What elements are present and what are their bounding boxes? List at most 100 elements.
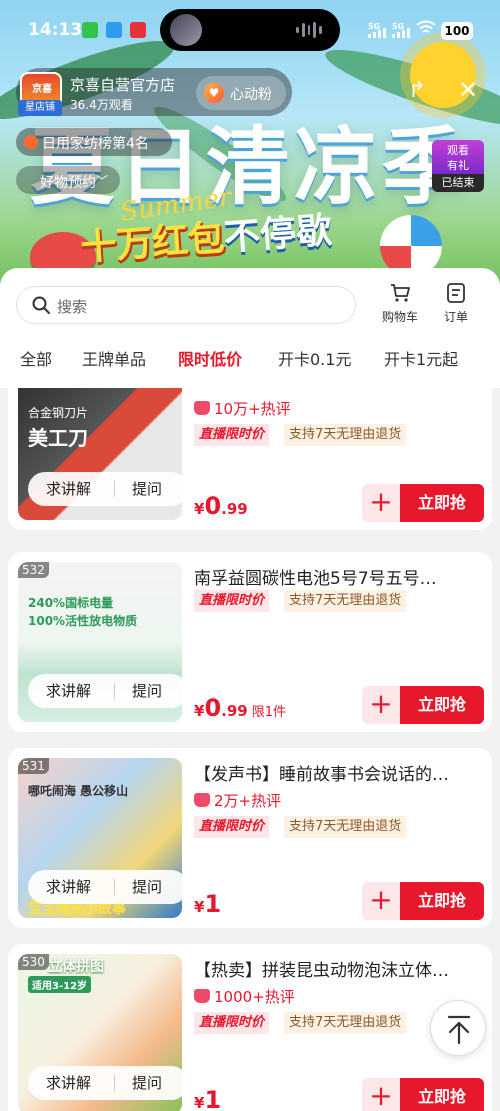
add-to-cart-button[interactable]: + — [362, 686, 400, 724]
battery-indicator: 100 — [441, 22, 473, 40]
heart-icon: ♥ — [204, 83, 224, 103]
clock: 14:13 — [28, 20, 83, 40]
buy-now-button[interactable]: 立即抢 — [400, 1078, 484, 1111]
add-to-cart-button[interactable]: + — [362, 882, 400, 920]
dynamic-island[interactable] — [160, 9, 340, 51]
buy-now-button[interactable]: 立即抢 — [400, 484, 484, 522]
thumbs-up-icon — [194, 793, 210, 807]
price-integer: 1 — [204, 1086, 222, 1111]
thumbs-up-icon — [194, 989, 210, 1003]
price-integer: 0 — [204, 694, 222, 722]
tab-all[interactable]: 全部 — [20, 346, 52, 370]
hot-reviews-text: 10万+热评 — [214, 400, 291, 418]
rank-badge[interactable]: 日用家纺榜第4名 — [16, 128, 172, 156]
product-image[interactable]: 合金钢刀片 美工刀 求讲解 提问 — [18, 388, 182, 520]
product-card[interactable]: 合金钢刀片 美工刀 求讲解 提问 10万+热评 直播限时价 支持7天无理由退货 … — [8, 388, 492, 530]
product-card[interactable]: 532 240%国标电量 100%活性放电物质 求讲解 提问 南孚益圆碳性电池5… — [8, 552, 492, 732]
ask-button[interactable]: 提问 — [132, 1072, 162, 1093]
product-image[interactable]: 531 哪吒闹海 愚公移山 宝宝睡前小故事 求讲解 提问 — [18, 758, 182, 918]
product-number: 532 — [18, 562, 49, 578]
divider — [114, 481, 115, 497]
product-title[interactable]: 【发声书】睡前故事书会说话的… — [194, 760, 484, 785]
product-price: ¥1 — [194, 890, 221, 918]
currency-symbol: ¥ — [194, 500, 205, 518]
price-decimal: .99 — [221, 500, 248, 518]
product-card[interactable]: 530 立体拼图 适用3-12岁 求讲解 提问 【热卖】拼装昆虫动物泡沫立体… … — [8, 944, 492, 1111]
currency-symbol: ¥ — [194, 702, 205, 720]
replay-card[interactable]: 观看 有礼 已结束 — [432, 140, 484, 192]
divider — [114, 1075, 115, 1091]
return-policy-tag: 支持7天无理由退货 — [284, 1012, 407, 1034]
shop-logo-text: 京喜 — [32, 84, 52, 95]
product-list[interactable]: 合金钢刀片 美工刀 求讲解 提问 10万+热评 直播限时价 支持7天无理由退货 … — [0, 388, 500, 1111]
currency-symbol: ¥ — [194, 1094, 205, 1111]
product-price: ¥0.99 — [194, 492, 248, 520]
live-price-tag: 直播限时价 — [194, 424, 270, 446]
shop-name[interactable]: 京喜自营官方店 — [70, 74, 175, 95]
tab-card-01[interactable]: 开卡0.1元 — [278, 346, 351, 370]
order-button[interactable]: 订单 — [436, 282, 476, 328]
explain-button[interactable]: 求讲解 — [46, 478, 91, 499]
hot-reviews-text: 2万+热评 — [214, 792, 282, 810]
audio-wave-icon — [296, 21, 322, 39]
signal-bars-icon — [368, 28, 386, 38]
tab-card-1[interactable]: 开卡1元起 — [384, 346, 458, 370]
buy-now-button[interactable]: 立即抢 — [400, 882, 484, 920]
tab-ace-items[interactable]: 王牌单品 — [82, 346, 146, 370]
product-title[interactable]: 南孚益圆碳性电池5号7号五号… — [194, 564, 484, 589]
replay-label: 观看 有礼 — [432, 140, 484, 174]
price-integer: 1 — [204, 890, 222, 918]
preorder-label: 好物预约 — [40, 175, 96, 191]
hot-reviews: 1000+热评 — [194, 986, 295, 1007]
product-image[interactable]: 532 240%国标电量 100%活性放电物质 求讲解 提问 — [18, 562, 182, 722]
thumb-headline: 适用3-12岁 — [28, 976, 92, 993]
promo-tail: 不停歇 — [222, 210, 334, 259]
product-title[interactable]: 【热卖】拼装昆虫动物泡沫立体… — [194, 956, 484, 981]
thumb-caption: 合金钢刀片 — [28, 406, 89, 420]
viewer-count: 36.4万观看 — [70, 98, 133, 112]
cart-label: 购物车 — [381, 310, 418, 324]
close-icon[interactable]: ✕ — [458, 78, 478, 102]
back-to-top-button[interactable] — [430, 1000, 486, 1056]
hot-reviews-text: 1000+热评 — [214, 988, 295, 1006]
add-to-cart-button[interactable]: + — [362, 484, 400, 522]
price-integer: 0 — [204, 492, 222, 520]
thumb-headline: 100%活性放电物质 — [28, 614, 138, 628]
ask-button[interactable]: 提问 — [132, 876, 162, 897]
product-card[interactable]: 531 哪吒闹海 愚公移山 宝宝睡前小故事 求讲解 提问 【发声书】睡前故事书会… — [8, 748, 492, 928]
wifi-icon — [416, 20, 436, 33]
tab-limited-low-price[interactable]: 限时低价 — [178, 346, 242, 370]
search-input[interactable]: 搜索 — [16, 286, 356, 324]
ask-button[interactable]: 提问 — [132, 478, 162, 499]
share-icon[interactable]: ↱ — [408, 78, 426, 103]
order-label: 订单 — [443, 310, 468, 324]
product-actions: 求讲解 提问 — [28, 870, 182, 904]
thumb-caption: 立体拼图 — [48, 959, 104, 975]
rank-label: 日用家纺榜第4名 — [42, 136, 149, 152]
app-notification-icon — [106, 22, 122, 38]
hot-reviews: 10万+热评 — [194, 398, 291, 419]
cart-button[interactable]: 购物车 — [378, 282, 422, 328]
product-number: 530 — [18, 954, 49, 970]
thumbs-up-icon — [194, 401, 210, 415]
divider — [114, 683, 115, 699]
follow-button[interactable]: ♥ 心动粉 — [196, 76, 286, 110]
divider — [114, 879, 115, 895]
live-price-tag: 直播限时价 — [194, 816, 270, 838]
product-image[interactable]: 530 立体拼图 适用3-12岁 求讲解 提问 — [18, 954, 182, 1111]
live-price-tag: 直播限时价 — [194, 590, 270, 612]
category-tabs: 全部 王牌单品 限时低价 开卡0.1元 开卡1元起 — [0, 346, 500, 378]
media-thumbnail — [170, 14, 202, 46]
product-actions: 求讲解 提问 — [28, 1066, 182, 1100]
add-to-cart-button[interactable]: + — [362, 1078, 400, 1111]
search-icon — [32, 296, 50, 314]
search-placeholder: 搜索 — [57, 298, 88, 316]
explain-button[interactable]: 求讲解 — [46, 876, 91, 897]
product-price: ¥1 — [194, 1086, 221, 1111]
explain-button[interactable]: 求讲解 — [46, 1072, 91, 1093]
banner-title: 夏日清凉季 — [30, 118, 471, 216]
ask-button[interactable]: 提问 — [132, 680, 162, 701]
explain-button[interactable]: 求讲解 — [46, 680, 91, 701]
buy-now-button[interactable]: 立即抢 — [400, 686, 484, 724]
chevron-down-icon: ﹀ — [96, 174, 109, 188]
